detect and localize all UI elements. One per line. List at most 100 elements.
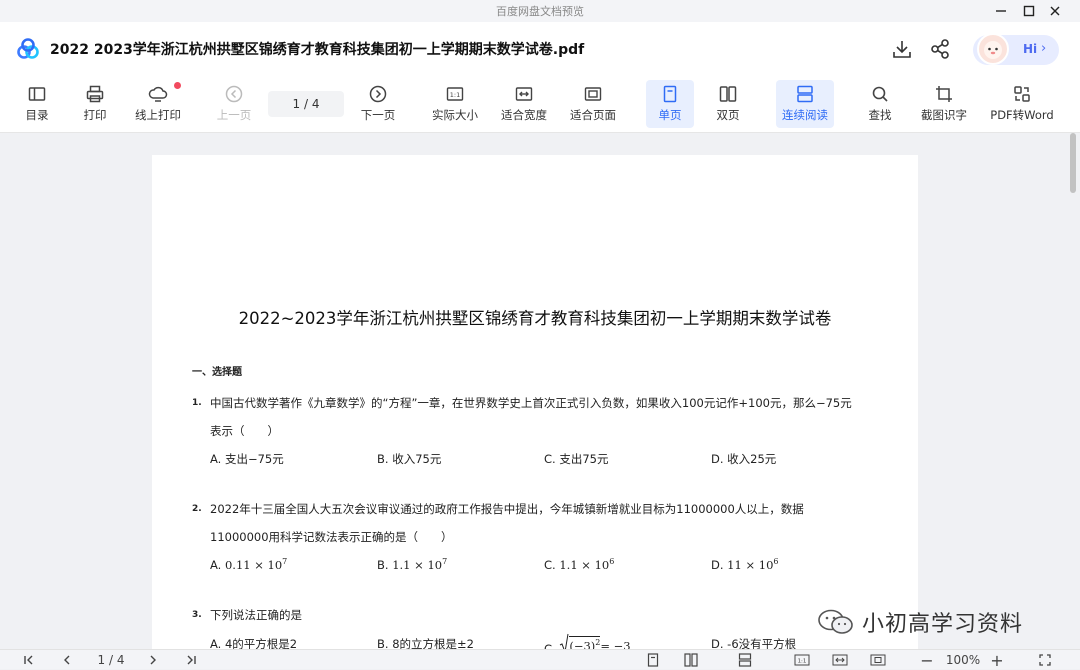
print-button[interactable]: 打印	[76, 80, 114, 128]
single-page-button[interactable]: 单页	[646, 80, 694, 128]
document-title: 2022 2023学年浙江杭州拱墅区锦绣育才教育科技集团初一上学期期末数学试卷.…	[50, 42, 585, 58]
actual-size-button[interactable]: 1:1 实际大小	[428, 80, 482, 128]
baidu-netdisk-logo	[16, 38, 40, 60]
zoom-level: 100%	[945, 653, 981, 667]
window-titlebar: 百度网盘文档预览	[0, 0, 1080, 22]
screenshot-ocr-button[interactable]: 截图识字	[916, 80, 972, 128]
next-page-icon	[367, 83, 389, 105]
print-label: 打印	[83, 108, 107, 122]
question-text: 2022年十三届全国人大五次会议审议通过的政府工作报告中提出，今年城镇新增就业目…	[210, 502, 804, 516]
exam-title: 2022~2023学年浙江杭州拱墅区锦绣育才教育科技集团初一上学期期末数学试卷	[238, 309, 832, 328]
continuous-read-button[interactable]: 连续阅读	[776, 80, 834, 128]
next-page-label: 下一页	[360, 108, 396, 122]
option-b: B. 8的立方根是±2	[377, 637, 474, 649]
fullscreen-icon[interactable]	[1036, 652, 1054, 668]
next-page-button[interactable]: 下一页	[356, 80, 400, 128]
assistant-label: Hi	[1023, 42, 1038, 56]
pdf-page: 2022~2023学年浙江杭州拱墅区锦绣育才教育科技集团初一上学期期末数学试卷 …	[152, 155, 918, 649]
document-viewer[interactable]: 2022~2023学年浙江杭州拱墅区锦绣育才教育科技集团初一上学期期末数学试卷 …	[0, 133, 1080, 649]
option-c: C. 支出75元	[544, 452, 609, 466]
screenshot-ocr-label: 截图识字	[921, 108, 967, 122]
search-label: 查找	[868, 108, 892, 122]
svg-text:1:1: 1:1	[450, 91, 460, 99]
double-page-icon[interactable]	[682, 652, 700, 668]
question-text: 表示（ ）	[210, 424, 279, 438]
status-bar: 1 / 4 1:1 − 100% +	[0, 649, 1080, 670]
maximize-icon[interactable]	[1016, 0, 1042, 22]
zoom-out-icon[interactable]: −	[918, 651, 936, 670]
print-icon	[84, 83, 106, 105]
continuous-read-label: 连续阅读	[782, 108, 828, 122]
fit-page-label: 适合页面	[570, 108, 616, 122]
watermark: 小初高学习资料	[816, 607, 1023, 637]
double-page-label: 双页	[716, 108, 740, 122]
actual-size-icon: 1:1	[444, 83, 466, 105]
fit-width-label: 适合宽度	[501, 108, 547, 122]
prev-page-icon[interactable]	[58, 652, 76, 668]
question-number: 2.	[192, 504, 202, 514]
prev-page-button[interactable]: 上一页	[212, 80, 256, 128]
status-page-indicator: 1 / 4	[97, 653, 125, 667]
viewer-toolbar: 目录 打印 线上打印 上一页 1 / 4 下一页 1:1 实际大小 适合宽度 适…	[0, 76, 1080, 133]
single-page-label: 单页	[658, 108, 682, 122]
option-a: A. 4的平方根是2	[210, 637, 298, 649]
download-icon[interactable]	[891, 38, 913, 60]
search-button[interactable]: 查找	[858, 80, 902, 128]
double-page-icon	[717, 83, 739, 105]
notification-dot	[174, 82, 181, 89]
double-page-button[interactable]: 双页	[706, 80, 750, 128]
question-text: 11000000用科学记数法表示正确的是（ ）	[210, 530, 453, 544]
option-c: C. (−3)2 = −3	[544, 633, 631, 649]
document-header: 2022 2023学年浙江杭州拱墅区锦绣育才教育科技集团初一上学期期末数学试卷.…	[0, 22, 1080, 76]
fit-page-icon	[582, 83, 604, 105]
continuous-read-icon	[794, 83, 816, 105]
zoom-in-icon[interactable]: +	[988, 651, 1006, 670]
assistant-button[interactable]: Hi ›	[973, 33, 1059, 65]
fit-page-button[interactable]: 适合页面	[566, 80, 620, 128]
prev-page-icon	[223, 83, 245, 105]
single-page-icon	[659, 83, 681, 105]
sqrt-sign-icon	[560, 633, 569, 649]
option-c: C. 1.1 × 106	[544, 557, 615, 572]
option-a: A. 支出−75元	[210, 452, 284, 466]
toc-icon	[26, 83, 48, 105]
online-print-icon	[147, 83, 169, 105]
last-page-icon[interactable]	[182, 652, 200, 668]
assistant-avatar-icon	[977, 33, 1009, 65]
actual-size-label: 实际大小	[432, 108, 478, 122]
fit-page-icon[interactable]	[868, 652, 888, 668]
option-d: D. 11 × 106	[711, 557, 779, 572]
first-page-icon[interactable]	[20, 652, 38, 668]
wechat-icon	[818, 609, 853, 634]
fit-width-icon	[513, 83, 535, 105]
toc-button[interactable]: 目录	[18, 80, 56, 128]
next-page-icon[interactable]	[144, 652, 162, 668]
vertical-scrollbar[interactable]	[1070, 133, 1076, 193]
online-print-label: 线上打印	[135, 108, 181, 122]
question-text: 中国古代数学著作《九章数学》的“方程”一章，在世界数学史上首次正式引入负数，如果…	[210, 396, 852, 410]
toc-label: 目录	[25, 108, 49, 122]
option-b: B. 收入75元	[377, 452, 442, 466]
fit-width-button[interactable]: 适合宽度	[497, 80, 551, 128]
prev-page-label: 上一页	[216, 108, 252, 122]
question-number: 3.	[192, 610, 202, 620]
question-text: 下列说法正确的是	[210, 608, 302, 622]
watermark-text: 小初高学习资料	[862, 612, 1024, 637]
screenshot-ocr-icon	[933, 83, 955, 105]
chevron-right-icon: ›	[1041, 41, 1047, 56]
option-b: B. 1.1 × 107	[377, 557, 448, 572]
actual-size-icon[interactable]: 1:1	[792, 652, 812, 668]
close-icon[interactable]	[1042, 0, 1068, 22]
search-icon	[869, 83, 891, 105]
single-page-icon[interactable]	[644, 652, 662, 668]
option-d: D. -6没有平方根	[711, 637, 797, 649]
pdf-to-word-button[interactable]: PDF转Word	[986, 80, 1058, 128]
share-icon[interactable]	[929, 38, 951, 60]
page-number-input[interactable]: 1 / 4	[268, 91, 344, 117]
svg-text:1:1: 1:1	[798, 659, 807, 665]
minimize-icon[interactable]	[988, 0, 1014, 22]
fit-width-icon[interactable]	[830, 652, 850, 668]
section-heading: 一、选择题	[192, 367, 242, 378]
window-title: 百度网盘文档预览	[496, 5, 584, 18]
continuous-read-icon[interactable]	[736, 652, 754, 668]
